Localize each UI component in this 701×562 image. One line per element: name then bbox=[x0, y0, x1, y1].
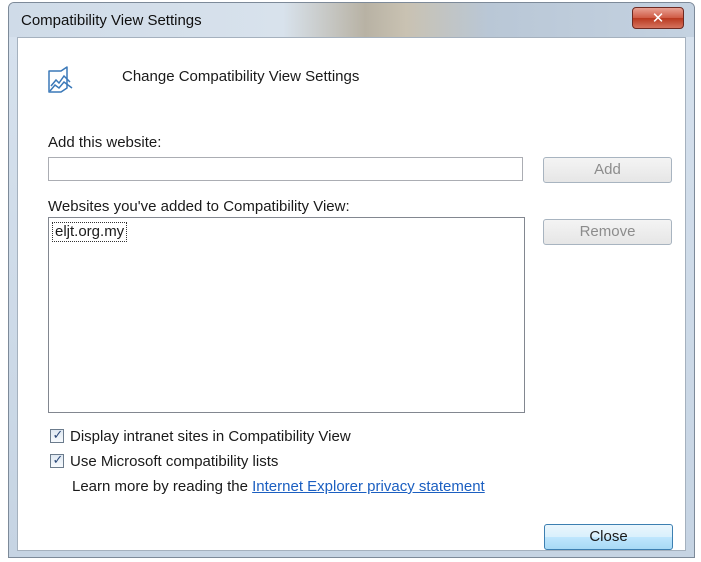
header-text: Change Compatibility View Settings bbox=[122, 68, 360, 85]
websites-list[interactable]: eljt.org.my bbox=[48, 217, 525, 413]
dialog-body: Change Compatibility View Settings Add t… bbox=[17, 37, 686, 551]
added-websites-label: Websites you've added to Compatibility V… bbox=[48, 198, 350, 215]
list-item[interactable]: eljt.org.my bbox=[52, 222, 128, 242]
ms-compat-lists-label: Use Microsoft compatibility lists bbox=[70, 453, 279, 470]
intranet-sites-checkbox[interactable]: ✓ bbox=[50, 427, 64, 443]
title-bar[interactable]: Compatibility View Settings ✕ bbox=[9, 3, 694, 37]
close-button[interactable]: Close bbox=[544, 524, 673, 550]
intranet-sites-label: Display intranet sites in Compatibility … bbox=[70, 428, 351, 445]
checkmark-icon: ✓ bbox=[52, 452, 64, 467]
intranet-sites-option[interactable]: ✓ Display intranet sites in Compatibility… bbox=[50, 427, 351, 445]
ms-compat-lists-option[interactable]: ✓ Use Microsoft compatibility lists bbox=[50, 452, 279, 470]
learn-more-line: Learn more by reading the Internet Explo… bbox=[72, 478, 485, 495]
add-website-label: Add this website: bbox=[48, 134, 162, 151]
website-input[interactable] bbox=[48, 157, 523, 181]
window-title: Compatibility View Settings bbox=[21, 12, 202, 29]
ms-compat-lists-checkbox[interactable]: ✓ bbox=[50, 452, 64, 468]
compatibility-view-icon bbox=[48, 66, 73, 93]
dialog-window: Compatibility View Settings ✕ Change Com… bbox=[8, 2, 695, 558]
learn-more-text: Learn more by reading the bbox=[72, 478, 253, 495]
remove-button[interactable]: Remove bbox=[543, 219, 672, 245]
checkmark-icon: ✓ bbox=[52, 427, 64, 442]
privacy-statement-link[interactable]: Internet Explorer privacy statement bbox=[252, 478, 485, 495]
close-icon[interactable]: ✕ bbox=[632, 7, 684, 29]
add-button[interactable]: Add bbox=[543, 157, 672, 183]
